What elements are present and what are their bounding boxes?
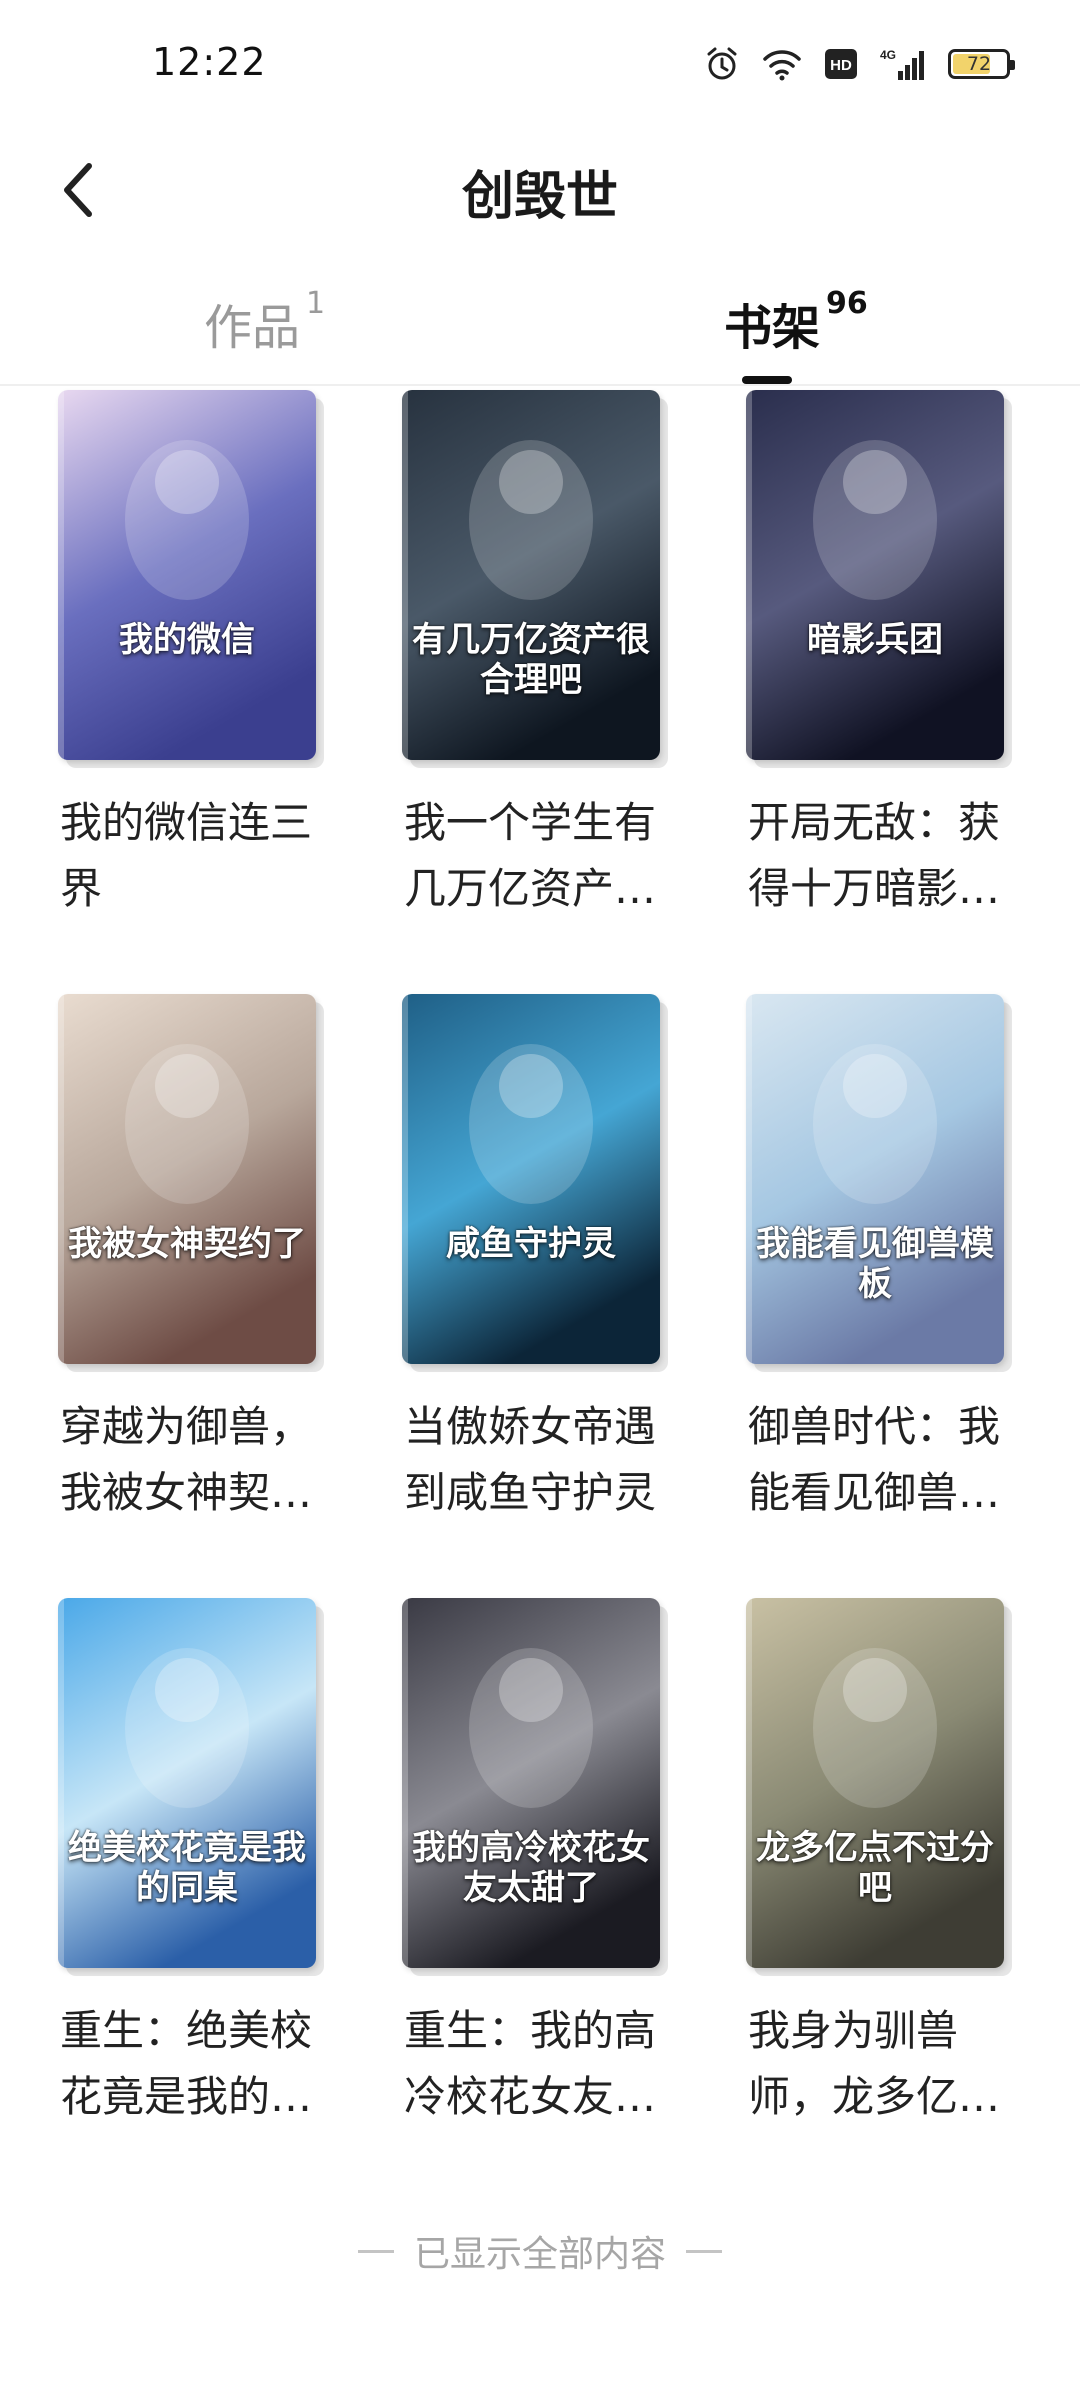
- tab-bookshelf-label: 书架: [724, 300, 821, 356]
- book-title[interactable]: 我的微信连三界: [60, 790, 322, 922]
- book-cover-title: 我的高冷校花女友太甜了: [412, 1828, 650, 1908]
- svg-text:HD: HD: [830, 57, 852, 74]
- book-cover[interactable]: 咸鱼守护灵: [402, 994, 660, 1364]
- tab-bar: 作品 1 书架 96: [0, 270, 1080, 386]
- book-cover-wrapper: 暗影兵团: [746, 390, 1012, 768]
- active-tab-indicator: [742, 376, 792, 384]
- book-card[interactable]: 我被女神契约了穿越为御兽，我被女神契约了: [58, 994, 324, 1598]
- book-cover-title: 我的微信: [119, 620, 255, 660]
- header: 创毁世: [0, 130, 1080, 250]
- book-cover-title: 暗影兵团: [807, 620, 943, 660]
- status-icons: HD 4G 72: [704, 44, 1015, 84]
- book-cover[interactable]: 我的高冷校花女友太甜了: [402, 1598, 660, 1968]
- divider-dash: [686, 2249, 722, 2253]
- book-card[interactable]: 龙多亿点不过分吧我身为驯兽师，龙多亿点不过分吧: [746, 1598, 1012, 2202]
- book-cover[interactable]: 我的微信: [58, 390, 316, 760]
- book-title[interactable]: 重生：我的高冷校花女友太甜了: [404, 1998, 666, 2130]
- book-cover[interactable]: 有几万亿资产很合理吧: [402, 390, 660, 760]
- book-title[interactable]: 我一个学生有几万亿资产很合理吧: [404, 790, 666, 922]
- book-cover-title: 我被女神契约了: [68, 1224, 306, 1264]
- book-cover[interactable]: 我被女神契约了: [58, 994, 316, 1364]
- divider-dash: [357, 2249, 394, 2253]
- book-title[interactable]: 穿越为御兽，我被女神契约了: [60, 1394, 322, 1526]
- book-cover[interactable]: 我能看见御兽模板: [746, 994, 1004, 1364]
- tab-works[interactable]: 作品 1: [204, 286, 326, 368]
- book-card[interactable]: 咸鱼守护灵当傲娇女帝遇到咸鱼守护灵: [402, 994, 668, 1598]
- book-card[interactable]: 我能看见御兽模板御兽时代：我能看见御兽模板: [746, 994, 1012, 1598]
- alarm-icon: [704, 46, 740, 82]
- book-cover-title: 有几万亿资产很合理吧: [412, 620, 650, 700]
- book-card[interactable]: 暗影兵团开局无敌：获得十万暗影兵团: [746, 390, 1012, 994]
- book-cover[interactable]: 绝美校花竟是我的同桌: [58, 1598, 316, 1968]
- book-cover-wrapper: 我被女神契约了: [58, 994, 324, 1372]
- end-of-list-footer: 已显示全部内容: [0, 2225, 1080, 2277]
- status-time: 12:22: [152, 40, 267, 84]
- svg-text:4G: 4G: [880, 48, 896, 62]
- book-cover-wrapper: 绝美校花竟是我的同桌: [58, 1598, 324, 1976]
- book-cover-wrapper: 我的微信: [58, 390, 324, 768]
- book-title[interactable]: 我身为驯兽师，龙多亿点不过分吧: [748, 1998, 1010, 2130]
- battery-percent: 72: [966, 53, 992, 75]
- book-cover-title: 绝美校花竟是我的同桌: [68, 1828, 306, 1908]
- tab-works-count: 1: [306, 286, 326, 321]
- hd-icon: HD: [824, 48, 858, 80]
- book-title[interactable]: 开局无敌：获得十万暗影兵团: [748, 790, 1010, 922]
- tab-works-label: 作品: [204, 300, 301, 356]
- book-cover-wrapper: 有几万亿资产很合理吧: [402, 390, 668, 768]
- book-title[interactable]: 当傲娇女帝遇到咸鱼守护灵: [404, 1394, 666, 1526]
- book-cover-wrapper: 我能看见御兽模板: [746, 994, 1012, 1372]
- book-cover-wrapper: 龙多亿点不过分吧: [746, 1598, 1012, 1976]
- book-cover-title: 咸鱼守护灵: [446, 1224, 616, 1264]
- signal-icon: 4G: [880, 47, 926, 81]
- book-cover-wrapper: 我的高冷校花女友太甜了: [402, 1598, 668, 1976]
- wifi-icon: [762, 47, 802, 81]
- page-title: 创毁世: [461, 167, 618, 227]
- book-cover[interactable]: 暗影兵团: [746, 390, 1004, 760]
- book-card[interactable]: 我的微信我的微信连三界: [58, 390, 324, 994]
- tab-bookshelf[interactable]: 书架 96: [724, 286, 868, 368]
- book-cover-wrapper: 咸鱼守护灵: [402, 994, 668, 1372]
- end-of-list-text: 已显示全部内容: [413, 2234, 666, 2275]
- book-cover-title: 龙多亿点不过分吧: [756, 1828, 994, 1908]
- bookshelf-grid: 我的微信我的微信连三界有几万亿资产很合理吧我一个学生有几万亿资产很合理吧暗影兵团…: [58, 390, 1022, 2202]
- book-card[interactable]: 绝美校花竟是我的同桌重生：绝美校花竟是我的同桌: [58, 1598, 324, 2202]
- battery-icon: 72: [948, 49, 1015, 79]
- book-card[interactable]: 有几万亿资产很合理吧我一个学生有几万亿资产很合理吧: [402, 390, 668, 994]
- book-cover[interactable]: 龙多亿点不过分吧: [746, 1598, 1004, 1968]
- status-bar: 12:22 HD 4G 72: [0, 0, 1080, 130]
- book-card[interactable]: 我的高冷校花女友太甜了重生：我的高冷校花女友太甜了: [402, 1598, 668, 2202]
- book-title[interactable]: 重生：绝美校花竟是我的同桌: [60, 1998, 322, 2130]
- tab-bookshelf-count: 96: [826, 286, 868, 321]
- book-cover-title: 我能看见御兽模板: [756, 1224, 994, 1304]
- book-title[interactable]: 御兽时代：我能看见御兽模板: [748, 1394, 1010, 1526]
